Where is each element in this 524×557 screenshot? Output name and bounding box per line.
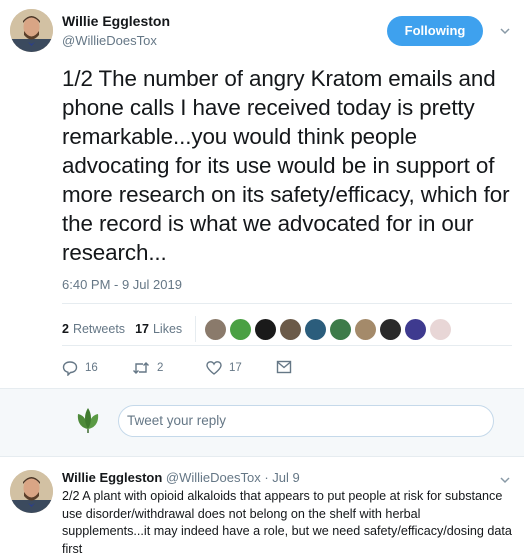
liker-avatars — [205, 318, 455, 340]
reply-author-avatar[interactable] — [10, 470, 53, 513]
liker-avatar[interactable] — [230, 318, 252, 340]
own-avatar-plant — [73, 404, 103, 434]
heart-icon — [206, 361, 222, 375]
chevron-down-icon[interactable] — [500, 26, 510, 36]
tweet-text: 1/2 The number of angry Kratom emails an… — [62, 66, 510, 265]
liker-avatar[interactable] — [355, 318, 377, 340]
reply-count: 16 — [85, 362, 98, 374]
like-action[interactable]: 17 — [206, 360, 242, 376]
author-avatar[interactable] — [10, 9, 53, 52]
envelope-icon — [276, 360, 292, 374]
reply-icon — [62, 361, 78, 376]
liker-avatar[interactable] — [255, 318, 277, 340]
reply-author-handle[interactable]: @WillieDoesTox — [166, 470, 261, 485]
liker-avatar[interactable] — [305, 318, 327, 340]
tweet-timestamp[interactable]: 6:40 PM - 9 Jul 2019 — [62, 277, 182, 292]
retweets-label: Retweets — [72, 322, 126, 336]
reply-author-name[interactable]: Willie Eggleston — [62, 470, 162, 485]
likes-stat[interactable]: 17 Likes — [135, 322, 182, 336]
retweets-count: 2 — [62, 322, 69, 336]
retweets-stat[interactable]: 2 Retweets — [62, 322, 125, 336]
likes-count: 17 — [135, 322, 149, 336]
tweet-stats: 2 Retweets 17 Likes — [62, 316, 455, 342]
liker-avatar[interactable] — [380, 318, 402, 340]
like-count: 17 — [229, 362, 242, 374]
reply-header: Willie Eggleston @WillieDoesTox · Jul 9 — [62, 470, 300, 485]
reply-tweet[interactable]: Willie Eggleston @WillieDoesTox · Jul 9 … — [0, 457, 524, 557]
direct-message-action[interactable] — [276, 360, 299, 374]
liker-avatar[interactable] — [330, 318, 352, 340]
divider — [62, 345, 512, 346]
divider — [0, 388, 524, 389]
stats-separator — [195, 316, 197, 342]
chevron-down-icon[interactable] — [500, 475, 510, 485]
liker-avatar[interactable] — [430, 318, 452, 340]
liker-avatar[interactable] — [280, 318, 302, 340]
retweet-action[interactable]: 2 — [132, 360, 163, 376]
liker-avatar[interactable] — [405, 318, 427, 340]
liker-avatar[interactable] — [205, 318, 227, 340]
following-button[interactable]: Following — [387, 16, 483, 46]
retweet-count: 2 — [157, 362, 164, 374]
divider — [62, 303, 512, 304]
reply-action[interactable]: 16 — [62, 360, 98, 376]
plant-leaves-icon — [77, 408, 99, 433]
retweet-icon — [133, 362, 149, 374]
author-name[interactable]: Willie Eggleston — [62, 13, 170, 29]
reply-input[interactable]: Tweet your reply — [118, 405, 494, 437]
reply-date[interactable]: · Jul 9 — [264, 470, 299, 485]
reply-text: 2/2 A plant with opioid alkaloids that a… — [62, 489, 512, 556]
likes-label: Likes — [152, 322, 183, 336]
author-handle[interactable]: @WillieDoesTox — [62, 33, 157, 48]
